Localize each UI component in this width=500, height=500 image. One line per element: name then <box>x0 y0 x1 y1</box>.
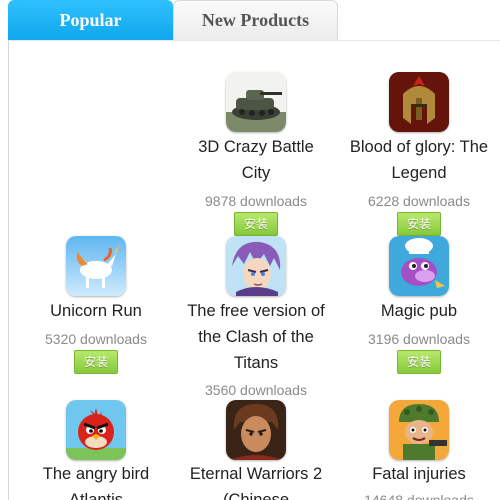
tab-popular[interactable]: Popular <box>8 0 173 40</box>
download-count: 14648 downloads <box>364 492 474 500</box>
app-name[interactable]: Fatal injuries <box>334 461 500 487</box>
app-name[interactable]: Magic pub <box>334 298 500 324</box>
tab-new-products[interactable]: New Products <box>173 0 338 40</box>
install-button[interactable]: 安装 <box>234 212 278 236</box>
download-count: 9878 downloads <box>205 193 307 209</box>
app-name[interactable]: The angry bird Atlantis <box>11 461 181 500</box>
unicorn-icon[interactable] <box>66 236 126 296</box>
app-name-line: Fatal injuries <box>372 465 466 483</box>
soldier-icon[interactable] <box>389 400 449 460</box>
app-name-line: City <box>241 164 271 182</box>
tank-icon[interactable] <box>226 72 286 132</box>
install-button[interactable]: 安装 <box>74 350 118 374</box>
app-name-line: 3D Crazy Battle <box>198 138 314 156</box>
download-count: 3196 downloads <box>368 331 470 347</box>
app-name[interactable]: Blood of glory: The Legend <box>334 134 500 186</box>
spartan-helmet-icon[interactable] <box>389 72 449 132</box>
app-name-line: Blood of glory: The <box>349 138 489 156</box>
app-name-line: (Chinese <box>222 491 290 500</box>
app-name-line: The free version of <box>187 302 325 320</box>
app-store-window: Popular New Products 3D Crazy Battle Cit… <box>0 0 500 500</box>
dragon-chef-icon[interactable] <box>389 236 449 296</box>
app-name[interactable]: Eternal Warriors 2 (Chinese <box>171 461 341 500</box>
download-count: 5320 downloads <box>45 331 147 347</box>
app-name-line: the Clash of the <box>198 328 314 346</box>
angry-bird-icon[interactable] <box>66 400 126 460</box>
anime-warrior-icon[interactable] <box>226 236 286 296</box>
app-name-line: Eternal Warriors 2 <box>189 465 323 483</box>
install-button[interactable]: 安装 <box>397 350 441 374</box>
download-count: 6228 downloads <box>368 193 470 209</box>
app-name-line: Legend <box>391 164 447 182</box>
app-name[interactable]: The free version of the Clash of the Tit… <box>171 298 341 376</box>
app-name-line: The angry bird <box>42 465 150 483</box>
app-name[interactable]: Unicorn Run <box>11 298 181 324</box>
app-name-line: Atlantis <box>68 491 124 500</box>
tab-bar: Popular New Products <box>0 0 500 40</box>
app-name-line: Unicorn Run <box>50 302 142 320</box>
install-button[interactable]: 安装 <box>397 212 441 236</box>
warrior-icon[interactable] <box>226 400 286 460</box>
app-name-line: Titans <box>233 354 279 372</box>
download-count: 3560 downloads <box>205 382 307 398</box>
app-name[interactable]: 3D Crazy Battle City <box>171 134 341 186</box>
app-name-line: Magic pub <box>380 302 458 320</box>
